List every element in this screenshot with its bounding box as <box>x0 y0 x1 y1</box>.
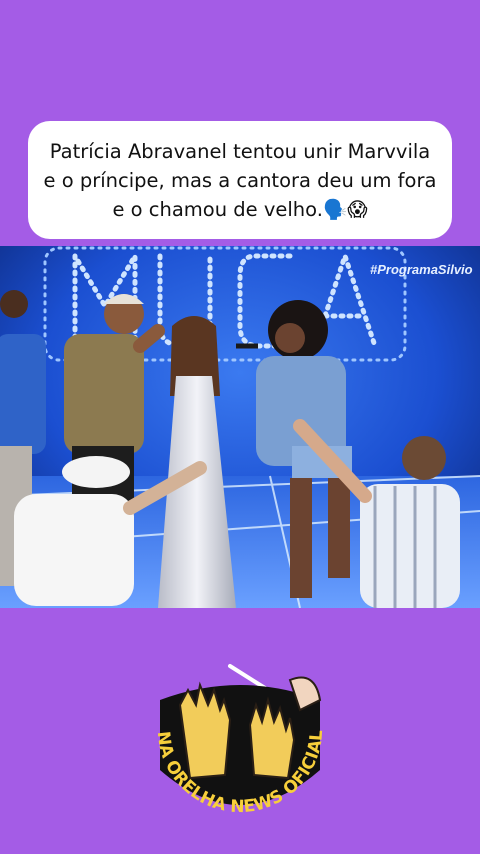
caption-text: Patrícia Abravanel tentou unir Marvvila … <box>43 139 437 221</box>
stage-scene <box>0 246 480 608</box>
video-frame: #ProgramaSilvio <box>0 246 480 608</box>
caption-card: Patrícia Abravanel tentou unir Marvvila … <box>28 121 452 239</box>
na-orelha-news-logo: NA ORELHA NEWS OFICIAL <box>140 660 340 840</box>
program-hashtag: #ProgramaSilvio <box>370 262 473 277</box>
logo-graphic: NA ORELHA NEWS OFICIAL <box>153 664 327 817</box>
